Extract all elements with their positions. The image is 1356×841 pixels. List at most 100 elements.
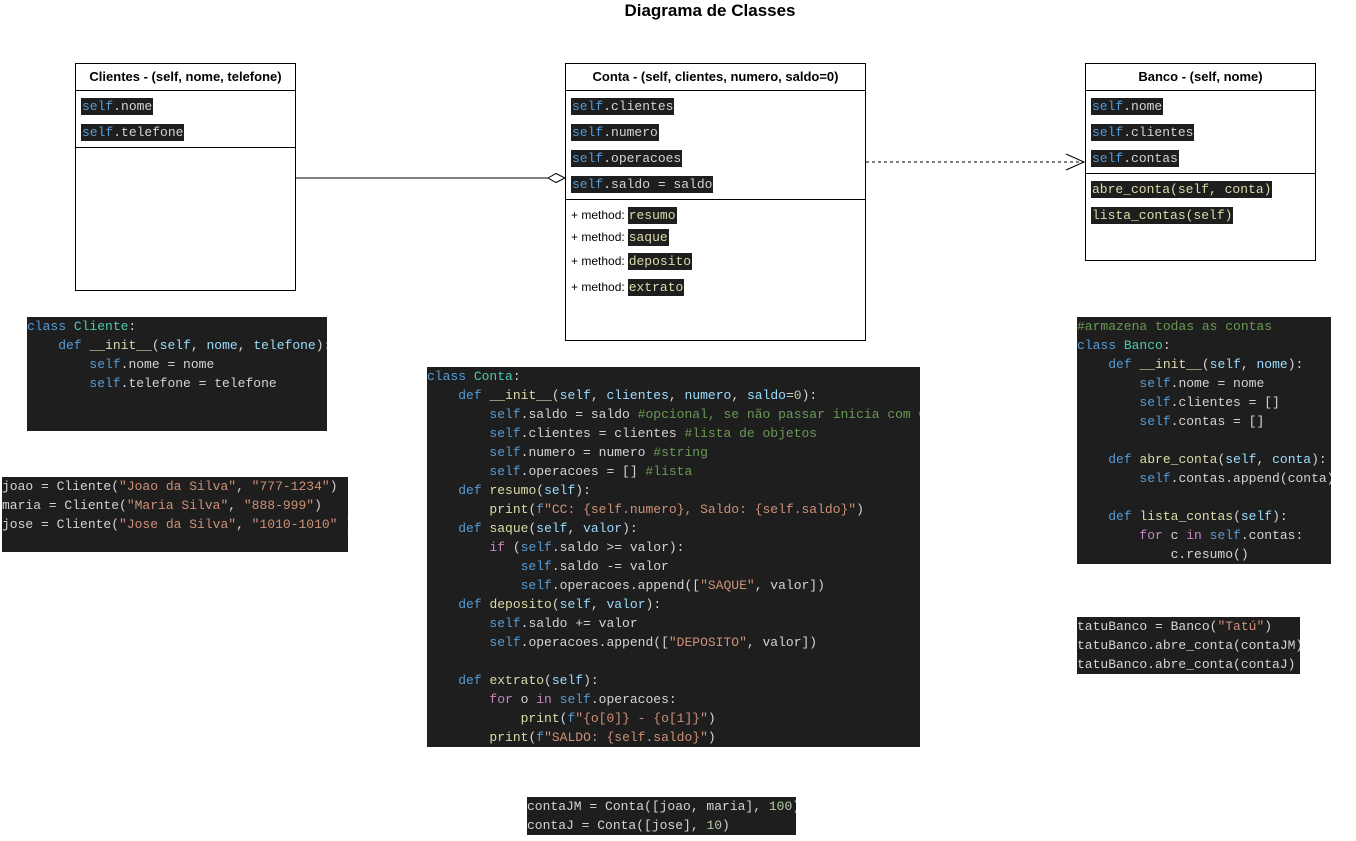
code-token: , [228,498,244,513]
code-token: , [1256,452,1273,467]
code-token: ) [792,799,796,814]
class-box-banco[interactable]: Banco - (self, nome) self.nome self.clie… [1085,63,1316,261]
code-token: self [1225,452,1257,467]
code-token: print [520,711,560,726]
method-name: extrato [627,278,685,296]
code-token: .nome = nome [1170,376,1265,391]
code-token: .operacoes: [590,692,677,707]
code-token: saldo [746,388,786,403]
code-token: c [1162,528,1187,543]
code-token: self [489,445,521,460]
code-line: def extrato(self): [427,671,920,690]
self-keyword: self [572,98,604,114]
code-line: c.resumo() [1077,545,1331,564]
attribute-name: .clientes [1123,124,1194,140]
code-token: 0 [793,388,802,403]
code-line: self.saldo = saldo #opcional, se não pas… [427,405,920,424]
code-token: "777-1234" [251,479,330,494]
class-box-conta[interactable]: Conta - (self, clientes, numero, saldo=0… [565,63,866,341]
code-block-banco-instances: tatuBanco = Banco("Tatú") tatuBanco.abre_… [1077,617,1300,674]
class-box-clientes[interactable]: Clientes - (self, nome, telefone) self.n… [75,63,296,291]
code-token: .numero = numero [520,445,654,460]
code-token: self [536,521,568,536]
code-token: , [1240,357,1257,372]
method-prefix: + method: [571,280,625,294]
method-prefix: + method: [571,230,625,244]
code-token: extrato [489,673,545,688]
code-token: ): [575,483,591,498]
self-keyword: self [1092,150,1124,166]
code-token: ): [315,338,327,353]
code-line: self.operacoes.append(["DEPOSITO", valor… [427,633,920,652]
code-line: for c in self.contas: [1077,526,1331,545]
code-line: def __init__(self, nome): [1077,355,1331,374]
code-line: self.telefone = telefone [27,374,327,393]
code-token: ( [1201,357,1210,372]
code-line: self.nome = nome [27,355,327,374]
attribute: self.nome [1091,93,1310,119]
code-token: self [520,578,552,593]
code-line: self.saldo -= valor [427,557,920,576]
code-token: ( [151,338,160,353]
self-keyword: self [82,98,114,114]
code-token: "{o[0]} - {o[1]}" [575,711,708,726]
code-token: .telefone = telefone [120,376,277,391]
code-token: o [512,692,537,707]
code-token: .nome = nome [120,357,215,372]
code-line: jose = Cliente("Jose da Silva", "1010-10… [2,515,348,534]
code-token: telefone [253,338,316,353]
code-line: self.saldo += valor [427,614,920,633]
code-token: , [590,388,607,403]
code-token: f [536,502,545,517]
code-token: ( [551,597,560,612]
code-token: def [458,597,490,612]
code-line: def saque(self, valor): [427,519,920,538]
attribute: self.operacoes [571,145,860,171]
code-token: clientes [606,388,669,403]
code-token: self [559,692,591,707]
code-token: contaJ = Conta([jose], [527,818,707,833]
code-token: valor [583,521,623,536]
code-token: .operacoes.append([ [551,578,701,593]
code-token: #lista de objetos [684,426,818,441]
code-line: tatuBanco.abre_conta(contaJ) [1077,655,1300,674]
code-line: if (self.saldo >= valor): [427,538,920,557]
code-token: for [489,692,513,707]
code-token: nome [206,338,238,353]
code-line: maria = Cliente("Maria Silva", "888-999"… [2,496,348,515]
code-token: saque [489,521,529,536]
code-token: #lista [645,464,693,479]
code-block-cliente-class: class Cliente: def __init__(self, nome, … [27,317,327,431]
code-token: deposito [489,597,552,612]
code-token: ): [583,673,599,688]
code-token: ) [329,479,338,494]
code-token: ) [707,711,716,726]
code-token: .saldo >= valor): [551,540,685,555]
code-token: conta [1272,452,1312,467]
class-header: Conta - (self, clientes, numero, saldo=0… [566,64,865,91]
code-token: self [1139,471,1171,486]
code-token: numero [684,388,732,403]
attribute-name: .telefone [113,124,184,140]
code-block-banco-class: #armazena todas as contas class Banco: de… [1077,317,1331,564]
code-token: , [668,388,685,403]
code-token: .operacoes = [] [520,464,646,479]
code-token: : [128,319,137,334]
code-token: f [536,730,545,745]
code-token: class [27,319,74,334]
method-name: resumo [627,206,677,224]
code-line: self.clientes = [] [1077,393,1331,412]
code-token: ( [505,540,521,555]
code-token: self [89,357,121,372]
code-token: 10 [706,818,723,833]
code-token: lista_contas [1139,509,1234,524]
